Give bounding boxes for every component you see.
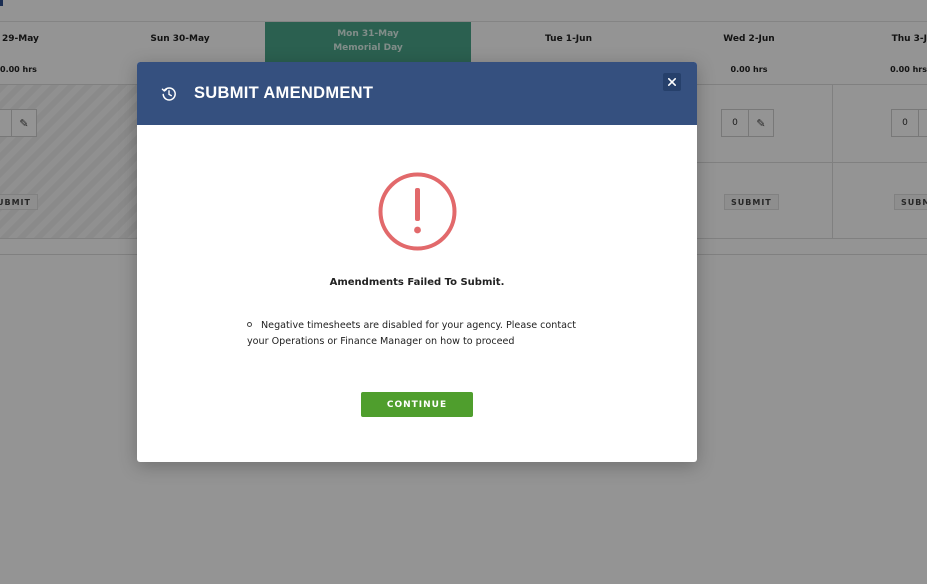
dialog-title: SUBMIT AMENDMENT <box>194 84 374 102</box>
continue-button[interactable]: CONTINUE <box>361 392 473 417</box>
close-icon <box>668 78 676 86</box>
error-message-item: Negative timesheets are disabled for you… <box>247 318 597 350</box>
close-button[interactable] <box>663 73 681 91</box>
exclamation-circle-icon <box>378 172 457 251</box>
history-icon <box>161 87 176 101</box>
dialog-header: SUBMIT AMENDMENT <box>137 62 697 125</box>
bullet-icon <box>247 322 252 327</box>
failure-heading: Amendments Failed To Submit. <box>329 277 505 288</box>
error-message-text: Negative timesheets are disabled for you… <box>247 320 577 347</box>
submit-amendment-dialog: SUBMIT AMENDMENT Amendments Failed To Su… <box>137 62 697 462</box>
